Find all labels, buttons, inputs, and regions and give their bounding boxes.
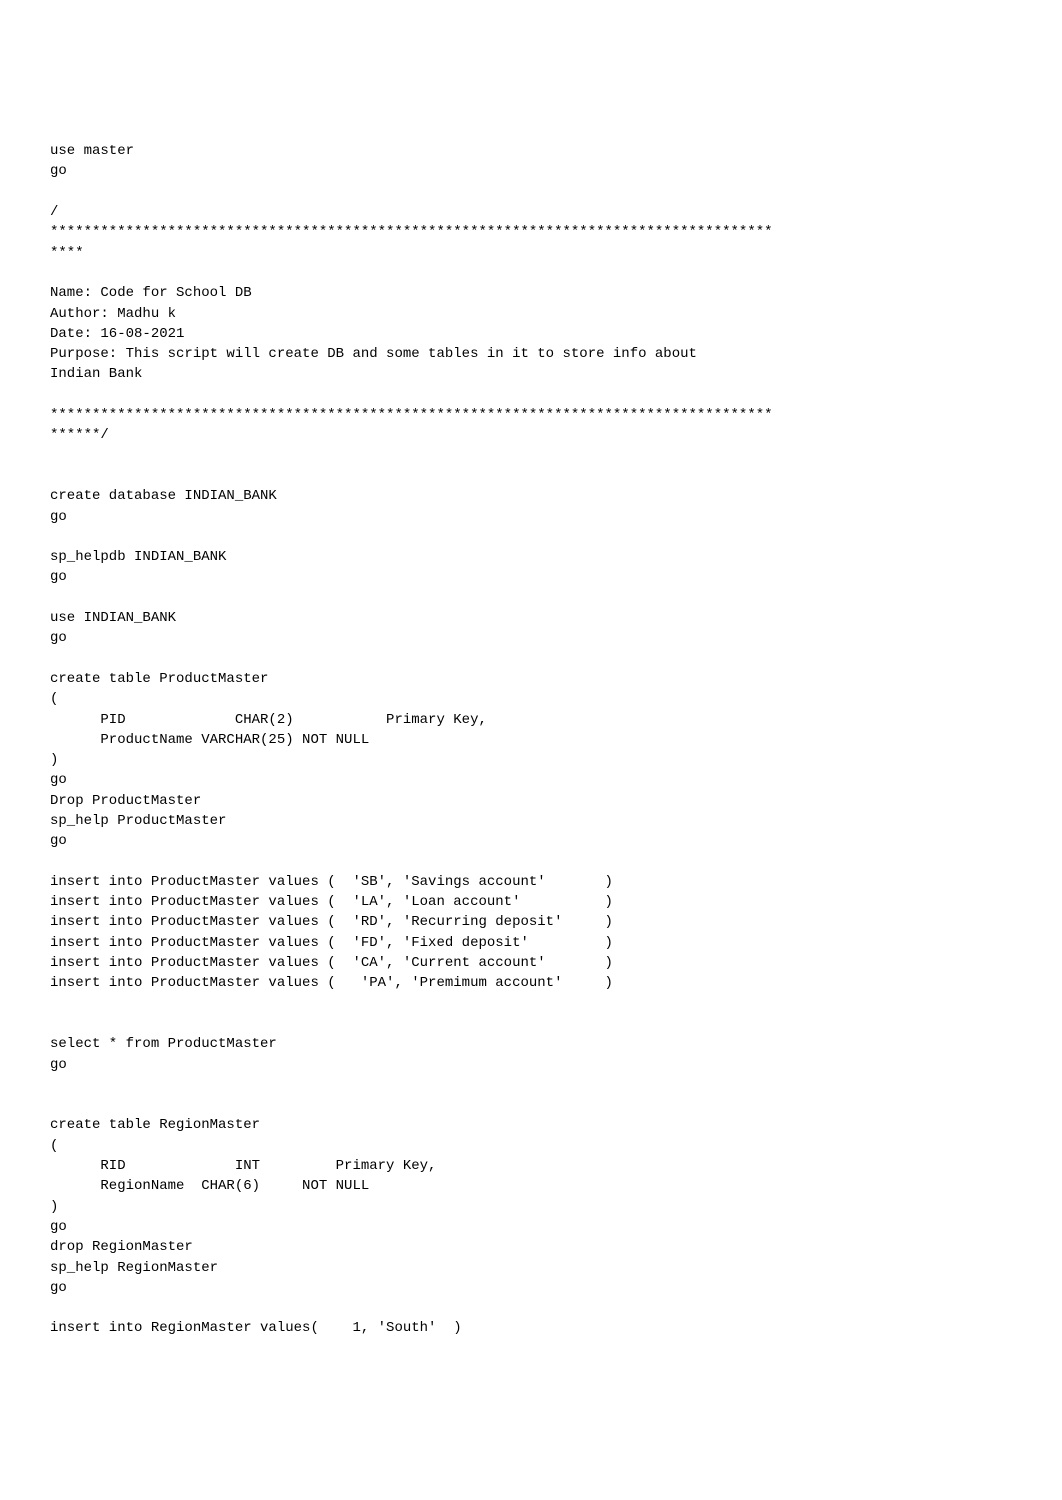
sql-code-block: use master go / ************************… xyxy=(50,141,1012,1339)
